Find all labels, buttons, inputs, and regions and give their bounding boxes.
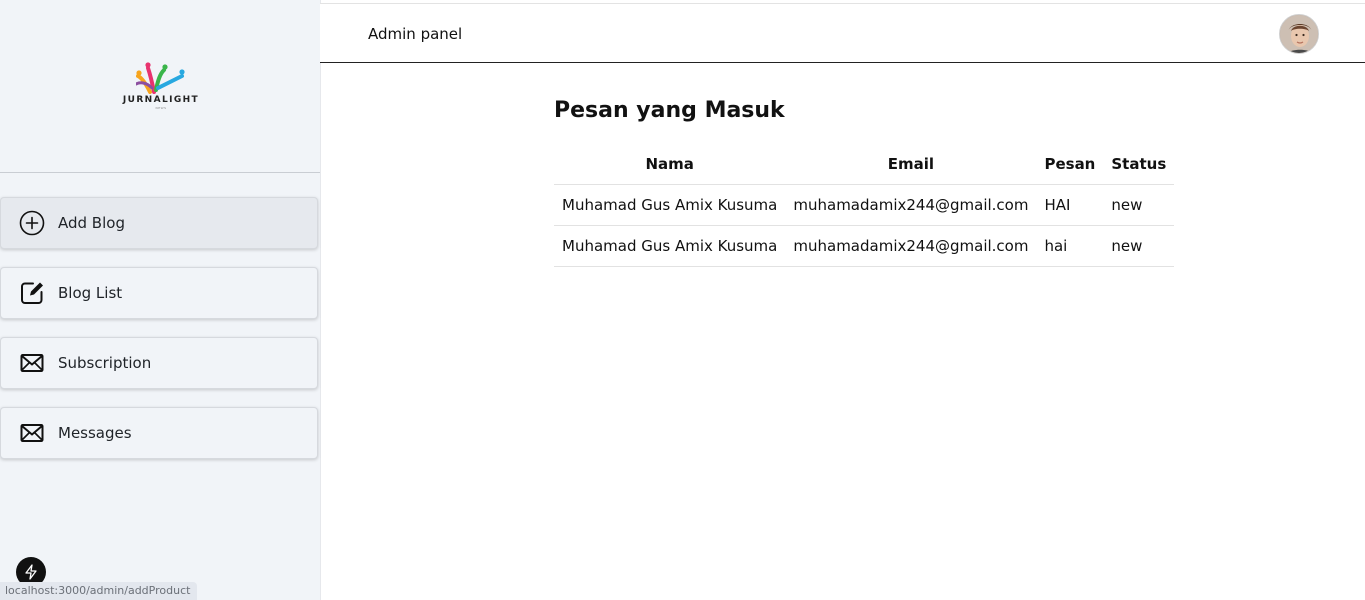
- table-row: Muhamad Gus Amix Kusuma muhamadamix244@g…: [554, 184, 1175, 226]
- cell-email: muhamadamix244@gmail.com: [785, 184, 1037, 226]
- sidebar-item-messages[interactable]: Messages: [0, 407, 318, 459]
- cell-status: new: [1103, 184, 1175, 226]
- cell-email: muhamadamix244@gmail.com: [785, 225, 1037, 267]
- sidebar-item-label: Messages: [58, 424, 132, 442]
- table-row: Muhamad Gus Amix Kusuma muhamadamix244@g…: [554, 225, 1175, 267]
- sidebar-item-blog-list[interactable]: Blog List: [0, 267, 318, 319]
- cell-status: new: [1103, 225, 1175, 267]
- cell-pesan: hai: [1036, 225, 1104, 267]
- plus-circle-icon: [19, 210, 45, 236]
- top-bar: Admin panel: [320, 3, 1365, 63]
- sidebar-item-label: Subscription: [58, 354, 152, 372]
- status-bar-url: localhost:3000/admin/addProduct: [0, 582, 198, 600]
- brand-logo[interactable]: JURNALIGHT NEWS: [118, 62, 204, 112]
- brand-name: JURNALIGHT: [122, 95, 200, 105]
- mail-icon: [19, 350, 45, 376]
- sidebar-item-add-blog[interactable]: Add Blog: [0, 197, 318, 249]
- sidebar: JURNALIGHT NEWS Add Blog Blog List Subsc…: [0, 0, 321, 600]
- column-header-pesan: Pesan: [1044, 155, 1096, 173]
- column-header-email: Email: [887, 155, 935, 173]
- column-header-status: Status: [1111, 155, 1167, 173]
- sidebar-item-label: Add Blog: [58, 214, 125, 232]
- page-header-title: Admin panel: [368, 25, 463, 43]
- table-header-row: Nama Email Pesan Status: [554, 144, 1174, 185]
- edit-icon: [19, 280, 45, 306]
- cell-nama: Muhamad Gus Amix Kusuma: [554, 184, 786, 226]
- logo-area: JURNALIGHT NEWS: [0, 0, 320, 173]
- logo-figures-icon: [136, 62, 185, 94]
- user-avatar-icon: [1280, 15, 1318, 53]
- cell-nama: Muhamad Gus Amix Kusuma: [554, 225, 786, 267]
- sidebar-item-subscription[interactable]: Subscription: [0, 337, 318, 389]
- messages-table: Nama Email Pesan Status Muhamad Gus Amix…: [554, 144, 1175, 267]
- column-header-nama: Nama: [645, 155, 694, 173]
- mail-icon: [19, 420, 45, 446]
- page-title: Pesan yang Masuk: [554, 98, 785, 123]
- avatar[interactable]: [1279, 14, 1319, 54]
- lightning-icon: [25, 564, 37, 580]
- sidebar-item-label: Blog List: [58, 284, 123, 302]
- brand-tagline: NEWS: [155, 106, 167, 110]
- cell-pesan: HAI: [1036, 184, 1104, 226]
